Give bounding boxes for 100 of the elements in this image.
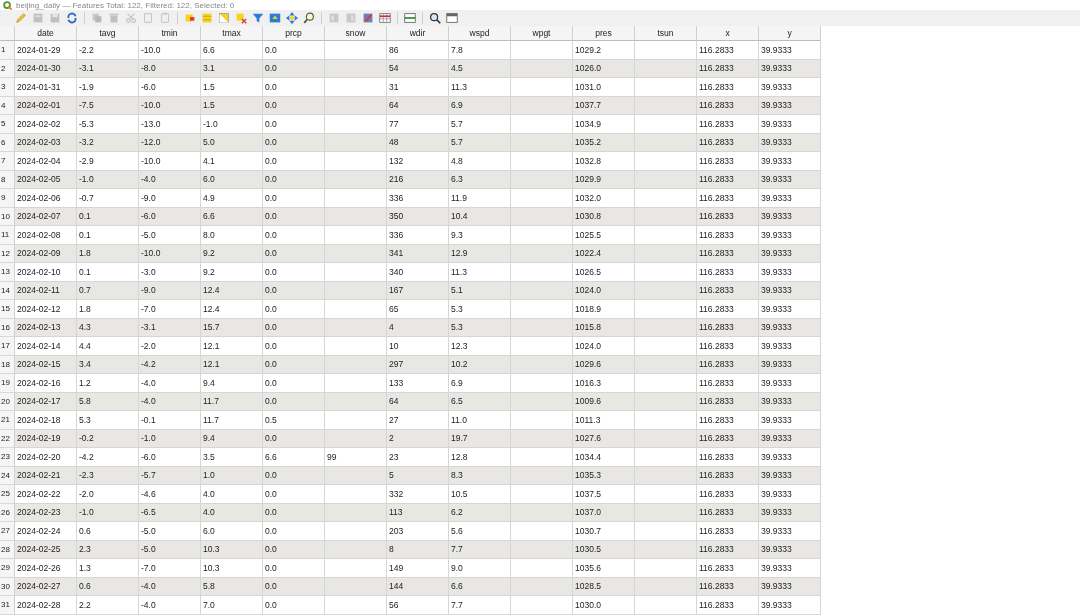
table-cell: -0.7 (77, 189, 139, 208)
table-cell: 9.3 (449, 226, 511, 245)
table-cell: 39.9333 (759, 189, 821, 208)
table-cell: 0.0 (263, 152, 325, 171)
move-to-top-icon[interactable] (268, 11, 282, 25)
dock-icon[interactable] (403, 11, 417, 25)
table-cell: 2024-02-06 (15, 189, 77, 208)
column-header[interactable]: y (759, 26, 821, 41)
table-cell: 0.0 (263, 374, 325, 393)
table-cell: 1025.5 (573, 226, 635, 245)
table-cell (325, 226, 387, 245)
table-cell: 116.2833 (697, 115, 759, 134)
table-cell: 340 (387, 263, 449, 282)
table-cell: 0.0 (263, 559, 325, 578)
row-header[interactable]: 3 (0, 78, 15, 97)
table-cell: 9.4 (201, 374, 263, 393)
table-cell: 116.2833 (697, 41, 759, 60)
refresh-icon[interactable] (65, 11, 79, 25)
table-cell (511, 189, 573, 208)
column-header[interactable]: tmax (201, 26, 263, 41)
table-cell: 1031.0 (573, 78, 635, 97)
form-icon[interactable] (445, 11, 459, 25)
table-icon[interactable] (378, 11, 392, 25)
column-header[interactable]: date (15, 26, 77, 41)
column-header[interactable]: prcp (263, 26, 325, 41)
row-header[interactable]: 31 (0, 596, 15, 615)
table-cell: 56 (387, 596, 449, 615)
select-all-icon[interactable] (200, 11, 214, 25)
invert-selection-icon[interactable] (217, 11, 231, 25)
table-cell (511, 226, 573, 245)
table-cell (511, 448, 573, 467)
row-header[interactable]: 5 (0, 115, 15, 134)
table-cell (635, 485, 697, 504)
table-cell: 1.3 (77, 559, 139, 578)
table-cell: 39.9333 (759, 78, 821, 97)
table-cell: 4.4 (77, 337, 139, 356)
row-header[interactable]: 11 (0, 226, 15, 245)
table-cell: 1016.3 (573, 374, 635, 393)
table-cell: -4.0 (139, 596, 201, 615)
table-cell: 1.2 (77, 374, 139, 393)
row-header[interactable]: 21 (0, 411, 15, 430)
column-header[interactable]: tsun (635, 26, 697, 41)
table-cell: 1.8 (77, 300, 139, 319)
row-header[interactable]: 7 (0, 152, 15, 171)
table-cell: -5.0 (139, 226, 201, 245)
table-cell: 6.9 (449, 374, 511, 393)
column-header[interactable]: tmin (139, 26, 201, 41)
table-cell: 2024-02-24 (15, 522, 77, 541)
table-cell: 0.0 (263, 300, 325, 319)
table-cell: 11.9 (449, 189, 511, 208)
deselect-icon[interactable] (234, 11, 248, 25)
table-cell: 39.9333 (759, 559, 821, 578)
column-header[interactable]: wdir (387, 26, 449, 41)
table-cell: 10.5 (449, 485, 511, 504)
table-cell (325, 115, 387, 134)
column-header[interactable]: tavg (77, 26, 139, 41)
row-header[interactable]: 29 (0, 559, 15, 578)
row-header[interactable]: 23 (0, 448, 15, 467)
window-title: beijing_daily — Features Total: 122, Filtered: 122, Selected: 0 (16, 0, 235, 10)
table-cell (325, 337, 387, 356)
search-icon[interactable] (428, 11, 442, 25)
row-header[interactable]: 1 (0, 41, 15, 60)
zoom-icon[interactable] (302, 11, 316, 25)
table-cell: 39.9333 (759, 115, 821, 134)
table-cell: -2.0 (77, 485, 139, 504)
row-header[interactable]: 13 (0, 263, 15, 282)
column-header[interactable]: pres (573, 26, 635, 41)
table-cell: 86 (387, 41, 449, 60)
table-cell: 132 (387, 152, 449, 171)
row-header[interactable]: 9 (0, 189, 15, 208)
row-header[interactable]: 19 (0, 374, 15, 393)
table-cell: 2024-02-08 (15, 226, 77, 245)
row-header[interactable]: 27 (0, 522, 15, 541)
table-cell: 6.6 (201, 41, 263, 60)
table-cell: 116.2833 (697, 522, 759, 541)
field-calculator-icon[interactable] (361, 11, 375, 25)
table-cell: 116.2833 (697, 559, 759, 578)
table-cell: 12.1 (201, 337, 263, 356)
column-header[interactable]: x (697, 26, 759, 41)
table-cell: 0.0 (263, 41, 325, 60)
table-cell: 7.0 (201, 596, 263, 615)
table-cell (635, 41, 697, 60)
row-header[interactable]: 25 (0, 485, 15, 504)
table-cell (635, 189, 697, 208)
table-cell: 0.0 (263, 337, 325, 356)
table-cell (325, 559, 387, 578)
table-cell: 332 (387, 485, 449, 504)
column-header[interactable]: wspd (449, 26, 511, 41)
table-cell: 31 (387, 78, 449, 97)
table-cell: 1030.7 (573, 522, 635, 541)
table-cell: 116.2833 (697, 337, 759, 356)
corner-header[interactable] (0, 26, 15, 41)
table-cell: 116.2833 (697, 189, 759, 208)
pan-icon[interactable] (285, 11, 299, 25)
column-header[interactable]: wpgt (511, 26, 573, 41)
row-header[interactable]: 17 (0, 337, 15, 356)
table-cell: -7.0 (139, 300, 201, 319)
column-header[interactable]: snow (325, 26, 387, 41)
table-cell: -13.0 (139, 115, 201, 134)
row-header[interactable]: 15 (0, 300, 15, 319)
